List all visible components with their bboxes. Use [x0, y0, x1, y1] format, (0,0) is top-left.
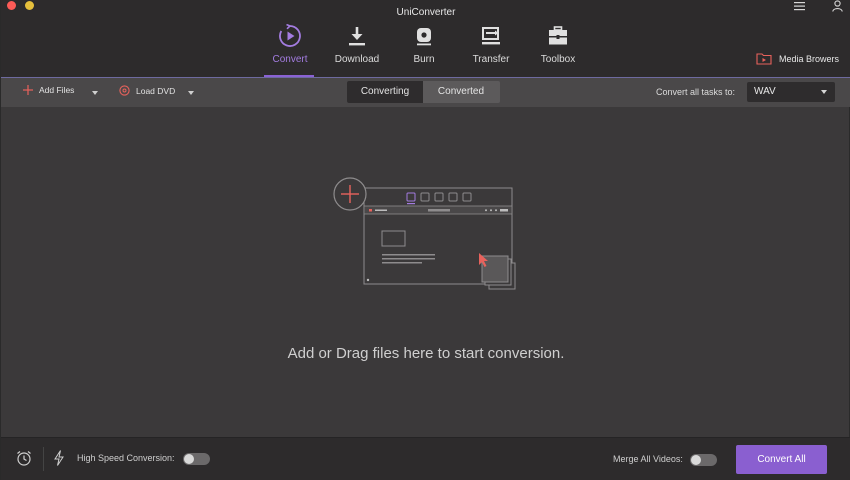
- tab-converting[interactable]: Converting: [347, 81, 423, 103]
- output-format-select[interactable]: WAV: [747, 82, 835, 102]
- add-files-label: Add Files: [39, 85, 75, 95]
- alarm-clock-icon[interactable]: [16, 450, 32, 466]
- output-format-value: WAV: [754, 86, 776, 97]
- media-browser-label: Media Browers: [779, 53, 840, 64]
- lightning-bolt-icon: [54, 450, 64, 466]
- nav-toolbox[interactable]: Toolbox: [523, 22, 593, 77]
- load-dvd-label: Load DVD: [136, 85, 176, 96]
- app-title: UniConverter: [396, 7, 456, 18]
- plus-icon: [23, 85, 33, 95]
- nav-burn[interactable]: Burn: [389, 22, 459, 77]
- nav-burn-label: Burn: [413, 54, 435, 65]
- nav-transfer-label: Transfer: [472, 54, 510, 65]
- hamburger-menu-icon[interactable]: [794, 1, 805, 11]
- app-window: UniConverter Convert Download Burn Trans…: [0, 0, 850, 480]
- tab-converted[interactable]: Converted: [423, 81, 499, 103]
- bottom-separator: [43, 447, 44, 471]
- merge-all-videos-toggle[interactable]: [690, 454, 717, 466]
- title-bar: UniConverter Convert Download Burn Trans…: [1, 0, 850, 77]
- drop-hint-text: Add or Drag files here to start conversi…: [287, 345, 565, 362]
- main-nav: Convert Download Burn Transfer Toolbox: [1, 22, 850, 77]
- merge-all-videos-label: Merge All Videos:: [613, 454, 683, 464]
- load-dvd-dropdown-icon[interactable]: [188, 91, 194, 95]
- nav-convert-label: Convert: [272, 54, 308, 65]
- toggle-knob: [184, 454, 194, 464]
- load-dvd-button[interactable]: Load DVD: [119, 85, 175, 96]
- nav-toolbox-label: Toolbox: [540, 54, 576, 65]
- bottom-bar: High Speed Conversion: Merge All Videos:…: [1, 437, 850, 480]
- media-folder-icon: [756, 53, 772, 65]
- chevron-down-icon: [821, 90, 827, 94]
- user-account-icon[interactable]: [832, 0, 843, 12]
- nav-convert[interactable]: Convert: [255, 22, 325, 77]
- nav-download-label: Download: [334, 54, 380, 65]
- transfer-icon: [482, 27, 500, 45]
- high-speed-conversion-label: High Speed Conversion:: [77, 453, 175, 463]
- download-icon: [349, 27, 365, 46]
- nav-download[interactable]: Download: [322, 22, 392, 77]
- toolbar: Add Files Load DVD Converting Converted …: [1, 78, 850, 107]
- high-speed-conversion-toggle[interactable]: [183, 453, 210, 465]
- add-files-dropdown-icon[interactable]: [92, 91, 98, 95]
- nav-transfer[interactable]: Transfer: [456, 22, 526, 77]
- add-files-button[interactable]: Add Files: [23, 85, 74, 95]
- drop-files-illustration-icon: [333, 177, 516, 290]
- dvd-disc-icon: [119, 85, 130, 96]
- convert-play-icon: [279, 24, 301, 47]
- disc-icon: [417, 28, 431, 46]
- toolbox-icon: [549, 26, 567, 45]
- media-browser-button[interactable]: Media Browers: [756, 52, 839, 65]
- convert-all-tasks-label: Convert all tasks to:: [656, 87, 736, 97]
- task-tabs: Converting Converted: [347, 81, 500, 103]
- convert-all-button[interactable]: Convert All: [736, 445, 827, 474]
- toggle-knob: [691, 455, 701, 465]
